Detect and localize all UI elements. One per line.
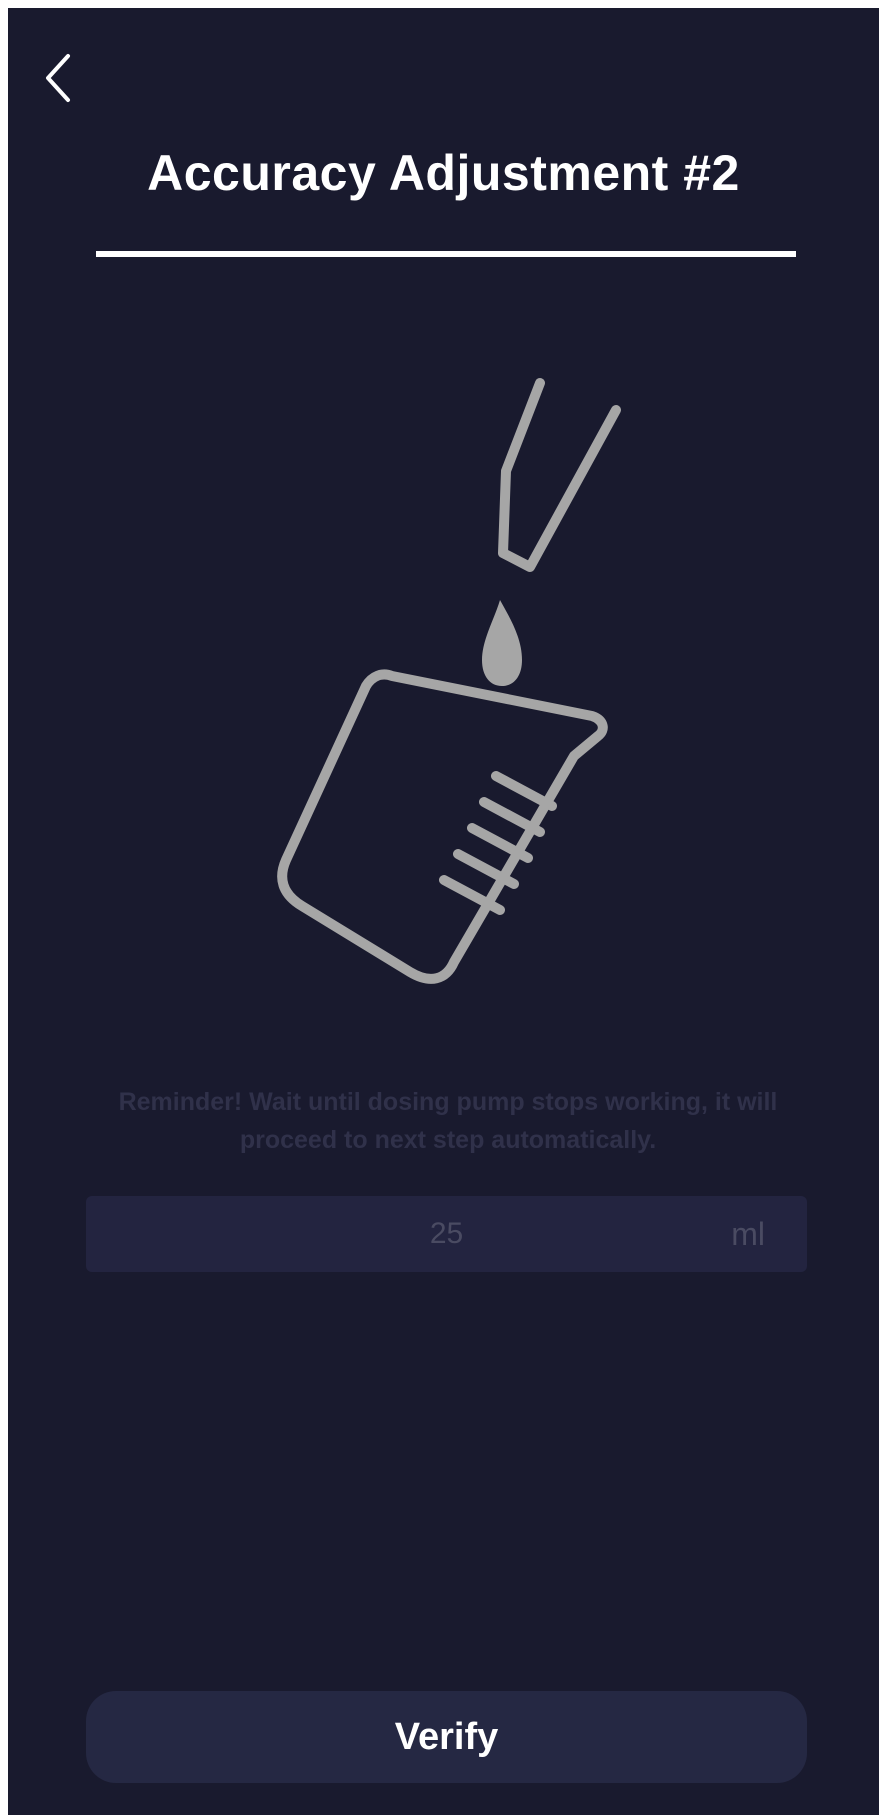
beaker-icon bbox=[277, 669, 608, 984]
app-screen: Accuracy Adjustment #2 Reminder! Wait un… bbox=[8, 8, 879, 1815]
volume-value: 25 bbox=[429, 1217, 464, 1250]
page-title: Accuracy Adjustment #2 bbox=[147, 145, 740, 201]
pipette-icon bbox=[498, 378, 621, 572]
volume-unit: ml bbox=[731, 1216, 765, 1252]
chevron-left-icon bbox=[46, 54, 70, 102]
beaker-pipette-icon bbox=[277, 378, 621, 984]
drop-icon bbox=[482, 600, 522, 686]
illustration bbox=[268, 368, 628, 1008]
verify-button[interactable]: Verify bbox=[86, 1691, 807, 1783]
back-button[interactable] bbox=[38, 48, 86, 108]
volume-field[interactable]: 25 ml bbox=[86, 1196, 807, 1272]
reminder-text: Reminder! Wait until dosing pump stops w… bbox=[118, 1088, 778, 1154]
title-underline bbox=[96, 251, 796, 257]
